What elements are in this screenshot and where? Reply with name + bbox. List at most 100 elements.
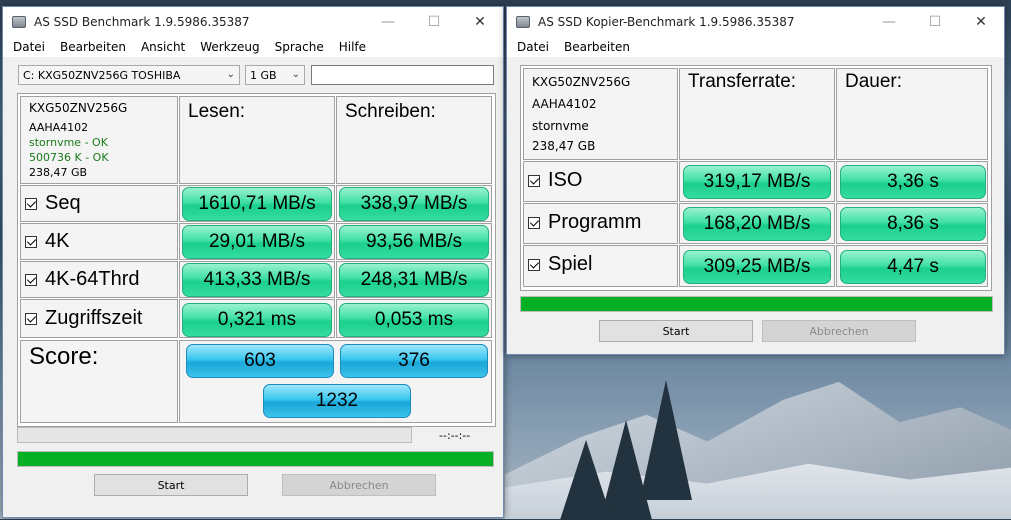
spiel-rate-cell: 309,25 MB/s — [679, 245, 835, 287]
spiel-rate-value: 309,25 MB/s — [683, 250, 831, 284]
rate-header: Transferrate: — [688, 71, 797, 92]
minimize-button[interactable]: — — [866, 7, 912, 37]
menu-bearbeiten[interactable]: Bearbeiten — [60, 40, 126, 54]
start-button[interactable]: Start — [94, 474, 248, 496]
score-read-value: 603 — [186, 344, 334, 378]
4k-write-value: 93,56 MB/s — [339, 225, 489, 259]
total-progress-bar — [17, 451, 494, 467]
spiel-checkbox[interactable] — [528, 258, 540, 271]
minimize-icon: — — [882, 14, 896, 30]
drive-select-value: C: KXG50ZNV256G TOSHIBA — [23, 68, 181, 82]
seq-write-cell: 338,97 MB/s — [336, 185, 492, 222]
iso-rate-cell: 319,17 MB/s — [679, 161, 835, 202]
4k64-read-value: 413,33 MB/s — [182, 263, 332, 297]
search-input[interactable] — [311, 65, 494, 85]
menu-sprache[interactable]: Sprache — [275, 40, 324, 54]
abort-button[interactable]: Abbrechen — [762, 320, 916, 342]
row-label-access: Zugriffszeit — [20, 299, 178, 338]
abort-button[interactable]: Abbrechen — [282, 474, 436, 496]
4k64-checkbox[interactable] — [25, 273, 37, 286]
access-read-cell: 0,321 ms — [179, 299, 335, 338]
write-header: Schreiben: — [345, 101, 436, 122]
iso-duration-value: 3,36 s — [840, 165, 986, 199]
rate-header-cell: Transferrate: — [679, 68, 835, 160]
chevron-down-icon: ⌄ — [291, 69, 300, 80]
title-bar[interactable]: AS SSD Benchmark 1.9.5986.35387 — ☐ ✕ — [3, 7, 503, 37]
drive-capacity: 238,47 GB — [532, 139, 596, 153]
benchmark-window: AS SSD Benchmark 1.9.5986.35387 — ☐ ✕ Da… — [2, 6, 504, 518]
seq-checkbox[interactable] — [25, 197, 37, 210]
access-label: Zugriffszeit — [45, 307, 143, 329]
iso-rate-value: 319,17 MB/s — [683, 165, 831, 199]
seq-read-cell: 1610,71 MB/s — [179, 185, 335, 222]
iso-checkbox[interactable] — [528, 174, 540, 187]
menu-datei[interactable]: Datei — [517, 40, 549, 54]
copy-progress-bar — [520, 296, 993, 312]
programm-label: Programm — [548, 211, 642, 233]
wallpaper-tree — [560, 440, 612, 520]
iso-duration-cell: 3,36 s — [836, 161, 988, 202]
title-bar[interactable]: AS SSD Kopier-Benchmark 1.9.5986.35387 —… — [507, 7, 1004, 37]
menu-bar: Datei Bearbeiten Ansicht Werkzeug Sprach… — [3, 37, 503, 57]
programm-rate-value: 168,20 MB/s — [683, 207, 831, 241]
4k-checkbox[interactable] — [25, 235, 37, 248]
drive-info-cell: KXG50ZNV256G AAHA4102 stornvme 238,47 GB — [523, 68, 678, 160]
menu-ansicht[interactable]: Ansicht — [141, 40, 185, 54]
results-panel: KXG50ZNV256G AAHA4102 stornvme - OK 5007… — [17, 93, 496, 427]
4k-read-cell: 29,01 MB/s — [179, 223, 335, 260]
duration-header-cell: Dauer: — [836, 68, 988, 160]
spiel-label: Spiel — [548, 253, 593, 275]
drive-alignment-status: 500736 K - OK — [29, 151, 109, 164]
score-total-value: 1232 — [263, 384, 411, 418]
copy-benchmark-window: AS SSD Kopier-Benchmark 1.9.5986.35387 —… — [506, 6, 1005, 355]
start-button[interactable]: Start — [599, 320, 753, 342]
drive-model: KXG50ZNV256G — [29, 101, 128, 115]
maximize-button[interactable]: ☐ — [411, 7, 457, 37]
drive-driver-status: stornvme - OK — [29, 136, 108, 149]
window-title: AS SSD Benchmark 1.9.5986.35387 — [34, 15, 250, 29]
score-label: Score: — [29, 343, 99, 370]
maximize-icon: ☐ — [928, 14, 942, 30]
menu-bar: Datei Bearbeiten — [507, 37, 1004, 57]
score-values-cell: 603 376 1232 — [179, 340, 492, 423]
minimize-icon: — — [381, 14, 395, 30]
size-select[interactable]: 1 GB ⌄ — [245, 65, 305, 85]
spiel-duration-value: 4,47 s — [840, 250, 986, 284]
menu-werkzeug[interactable]: Werkzeug — [200, 40, 259, 54]
close-button[interactable]: ✕ — [457, 7, 503, 37]
programm-checkbox[interactable] — [528, 216, 540, 229]
row-label-iso: ISO — [523, 161, 678, 202]
write-header-cell: Schreiben: — [336, 96, 492, 184]
menu-hilfe[interactable]: Hilfe — [339, 40, 366, 54]
row-label-4k: 4K — [20, 223, 178, 260]
menu-bearbeiten[interactable]: Bearbeiten — [564, 40, 630, 54]
close-button[interactable]: ✕ — [958, 7, 1004, 37]
window-title: AS SSD Kopier-Benchmark 1.9.5986.35387 — [538, 15, 795, 29]
access-write-value: 0,053 ms — [339, 303, 489, 337]
duration-header: Dauer: — [845, 71, 903, 92]
minimize-button[interactable]: — — [365, 7, 411, 37]
access-checkbox[interactable] — [25, 312, 37, 325]
drive-model: KXG50ZNV256G — [532, 75, 631, 89]
4k64-write-cell: 248,31 MB/s — [336, 261, 492, 298]
access-read-value: 0,321 ms — [182, 303, 332, 337]
score-label-cell: Score: — [20, 340, 178, 423]
score-write-value: 376 — [340, 344, 488, 378]
row-label-spiel: Spiel — [523, 245, 678, 287]
4k64-label: 4K-64Thrd — [45, 268, 140, 290]
size-select-value: 1 GB — [250, 68, 277, 82]
read-header: Lesen: — [188, 101, 246, 122]
maximize-button[interactable]: ☐ — [912, 7, 958, 37]
4k-label: 4K — [45, 230, 70, 252]
access-write-cell: 0,053 ms — [336, 299, 492, 338]
4k-write-cell: 93,56 MB/s — [336, 223, 492, 260]
drive-select[interactable]: C: KXG50ZNV256G TOSHIBA ⌄ — [18, 65, 240, 85]
close-icon: ✕ — [975, 14, 987, 30]
4k64-read-cell: 413,33 MB/s — [179, 261, 335, 298]
drive-info-cell: KXG50ZNV256G AAHA4102 stornvme - OK 5007… — [20, 96, 178, 184]
row-label-seq: Seq — [20, 185, 178, 222]
menu-datei[interactable]: Datei — [13, 40, 45, 54]
copy-progress-fill — [521, 297, 992, 311]
app-drive-icon — [516, 16, 530, 28]
chevron-down-icon: ⌄ — [226, 69, 235, 80]
